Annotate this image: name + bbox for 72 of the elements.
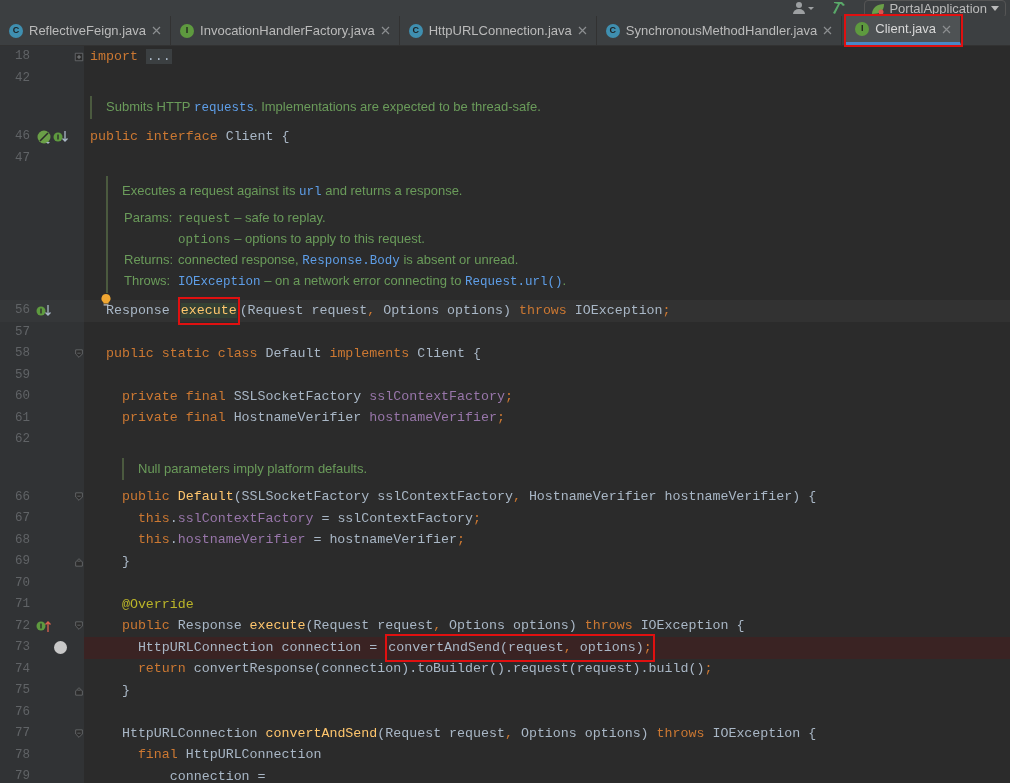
fold-marker[interactable] xyxy=(74,347,84,360)
close-icon[interactable] xyxy=(823,26,833,35)
lightbulb-icon[interactable] xyxy=(100,293,112,307)
code-line: public Response execute(Request request, Options options) throws IOException { xyxy=(120,617,745,636)
code-line: final HttpURLConnection xyxy=(136,746,322,765)
code-line: } xyxy=(120,681,130,700)
tab-label: ReflectiveFeign.java xyxy=(29,21,147,40)
doc-label: Returns: xyxy=(124,252,174,267)
code-line: connection = xyxy=(168,767,266,783)
doc-link[interactable]: Response.Body xyxy=(302,254,400,268)
tab-label: HttpURLConnection.java xyxy=(428,21,572,40)
spring-icon xyxy=(871,3,886,15)
close-icon[interactable] xyxy=(380,26,390,35)
code-line: this.hostnameVerifier = hostnameVerifier; xyxy=(136,531,466,550)
arrow-down-icon[interactable] xyxy=(36,303,52,318)
doc-label: Params: xyxy=(124,210,173,225)
fold-marker[interactable] xyxy=(74,684,84,697)
doc-text: options – options to apply to this request. xyxy=(178,230,425,249)
code-text: (Request request, Options options) throws IOException; xyxy=(239,301,671,320)
doc-link[interactable]: url xyxy=(299,185,322,199)
doc-link[interactable]: requests xyxy=(193,101,254,115)
code-line: this.sslContextFactory = sslContextFactory; xyxy=(136,509,481,528)
arrow-down-icon[interactable] xyxy=(53,129,69,144)
close-icon[interactable] xyxy=(152,26,162,35)
interface-icon: I xyxy=(180,23,195,38)
close-icon[interactable] xyxy=(942,24,951,34)
code-text: Response xyxy=(104,301,171,320)
interface-icon: I xyxy=(855,22,870,36)
doc-label: Throws: xyxy=(124,273,171,288)
editor-tab[interactable]: C HttpURLConnection.java xyxy=(399,16,597,45)
arrow-up-icon[interactable] xyxy=(36,619,52,634)
doc-link[interactable]: Request.url() xyxy=(465,275,563,289)
leaf-icon[interactable] xyxy=(36,128,52,145)
doc-text: Null parameters imply platform defaults. xyxy=(138,459,368,478)
code-line: HttpURLConnection convertAndSend(Request request, Options options) throws IOException { xyxy=(120,724,817,743)
class-icon: C xyxy=(408,23,423,38)
doc-text: IOException – on a network error connecting to Request.url(). xyxy=(178,272,567,291)
doc-link[interactable]: IOException xyxy=(178,275,261,289)
fold-marker[interactable] xyxy=(74,555,84,568)
fold-marker[interactable] xyxy=(74,491,84,504)
doc-text: Submits HTTP requests. Implementations are expected to be thread-safe. xyxy=(106,98,541,117)
doc-text: Executes a request against its url and returns a response. xyxy=(122,182,463,201)
close-icon[interactable] xyxy=(577,26,587,35)
editor-tab[interactable]: C ReflectiveFeign.java xyxy=(0,16,172,45)
code-line: import ... xyxy=(90,47,172,66)
code-line: @Override xyxy=(120,595,194,614)
user-icon[interactable] xyxy=(792,2,817,14)
code-text: HttpURLConnection connection = xyxy=(136,638,379,657)
code-line: } xyxy=(120,552,130,571)
class-icon: C xyxy=(605,23,620,38)
tab-label: Client.java xyxy=(875,20,936,39)
editor-tab[interactable]: I InvocationHandlerFactory.java xyxy=(171,16,400,45)
fold-marker[interactable] xyxy=(74,50,84,63)
run-config-label: PortalApplication xyxy=(889,0,987,16)
code-line: private final HostnameVerifier hostnameVerifier; xyxy=(120,409,505,428)
tab-label: InvocationHandlerFactory.java xyxy=(200,21,375,40)
fold-marker[interactable] xyxy=(74,727,84,740)
class-icon: C xyxy=(9,23,23,38)
code-line: return convertResponse(connection).toBuilder().request(request).build(); xyxy=(136,660,713,679)
highlight-box: execute xyxy=(177,296,240,325)
doc-text: request – safe to replay. xyxy=(178,209,326,228)
fold-marker[interactable] xyxy=(74,620,84,633)
code-line: private final SSLSocketFactory sslContextFactory; xyxy=(120,387,513,406)
tab-label: SynchronousMethodHandler.java xyxy=(625,21,818,40)
editor-tab[interactable]: C SynchronousMethodHandler.java xyxy=(596,16,843,45)
doc-text: connected response, Response.Body is absent or unread. xyxy=(178,251,519,270)
caret-icon xyxy=(991,6,999,12)
code-line: public interface Client { xyxy=(90,127,290,146)
code-line: public static class Default implements Client { xyxy=(104,344,482,363)
editor-tab[interactable]: I Client.java xyxy=(846,16,961,45)
code-line: public Default(SSLSocketFactory sslContextFactory, HostnameVerifier hostnameVerifier) { xyxy=(120,488,817,507)
highlight-box: convertAndSend(request, options); xyxy=(385,633,655,662)
